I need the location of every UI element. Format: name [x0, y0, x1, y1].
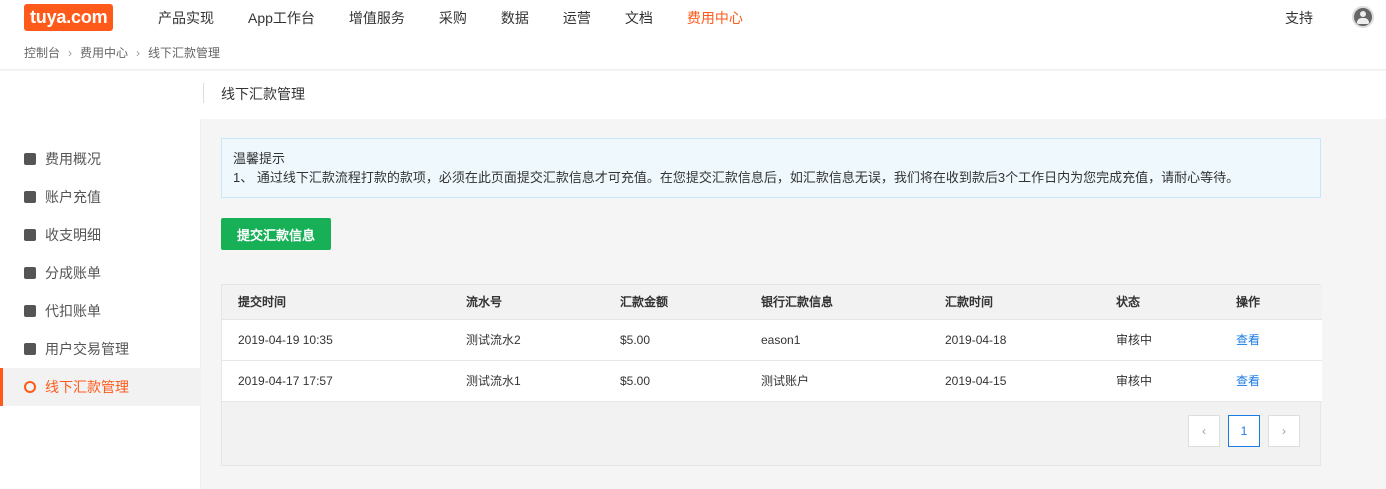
remittance-table: 提交时间 流水号 汇款金额 银行汇款信息 汇款时间 状态 操作 2019-04-… [222, 285, 1322, 402]
breadcrumb-billing[interactable]: 费用中心 [80, 44, 128, 61]
column-header: 状态 [1100, 285, 1220, 320]
cell-amount: $5.00 [604, 360, 745, 402]
sidebar-item-recharge[interactable]: 账户充值 [0, 178, 201, 216]
column-header: 操作 [1220, 285, 1322, 320]
chart-icon [24, 153, 36, 165]
view-link[interactable]: 查看 [1236, 333, 1260, 347]
deduct-icon [24, 305, 36, 317]
breadcrumb: 控制台 › 费用中心 › 线下汇款管理 [0, 36, 1386, 70]
main-nav: 产品实现 App工作台 增值服务 采购 数据 运营 文档 费用中心 [158, 0, 777, 36]
chevron-right-icon: › [68, 45, 73, 60]
prev-page-button[interactable]: ‹ [1188, 415, 1220, 447]
bill-icon [24, 267, 36, 279]
cell-submit-time: 2019-04-19 10:35 [222, 319, 450, 361]
nav-item-billing[interactable]: 费用中心 [687, 0, 743, 36]
page-title: 线下汇款管理 [221, 86, 305, 102]
remittance-table-card: 提交时间 流水号 汇款金额 银行汇款信息 汇款时间 状态 操作 2019-04-… [221, 284, 1322, 466]
chevron-right-icon: › [136, 45, 141, 60]
table-row: 2019-04-17 17:57 测试流水1 $5.00 测试账户 2019-0… [222, 360, 1322, 402]
cell-serial-no: 测试流水2 [450, 319, 604, 361]
page-header: 线下汇款管理 [0, 71, 1386, 119]
cell-bank-info: 测试账户 [745, 360, 929, 402]
logo-text: tuya.com [24, 4, 114, 31]
support-link[interactable]: 支持 [1285, 0, 1313, 36]
sidebar-item-transactions[interactable]: 收支明细 [0, 216, 201, 254]
view-link[interactable]: 查看 [1236, 374, 1260, 388]
trade-icon [24, 343, 36, 355]
sidebar-item-label: 代扣账单 [45, 303, 101, 319]
sidebar-item-label: 线下汇款管理 [45, 379, 129, 395]
notice-box: 温馨提示 1、 通过线下汇款流程打款的款项，必须在此页面提交汇款信息才可充值。在… [221, 138, 1321, 198]
column-header: 银行汇款信息 [745, 285, 929, 320]
nav-item-operation[interactable]: 运营 [563, 0, 591, 36]
tuya-logo[interactable]: tuya.com [24, 4, 114, 31]
notice-text: 1、 通过线下汇款流程打款的款项，必须在此页面提交汇款信息才可充值。在您提交汇款… [233, 170, 1240, 185]
next-page-button[interactable]: › [1268, 415, 1300, 447]
cell-status: 审核中 [1100, 319, 1220, 361]
nav-item-value-added[interactable]: 增值服务 [349, 0, 405, 36]
recharge-icon [24, 191, 36, 203]
column-header: 汇款时间 [929, 285, 1100, 320]
sidebar-item-withholding[interactable]: 代扣账单 [0, 292, 201, 330]
nav-item-purchase[interactable]: 采购 [439, 0, 467, 36]
page-1-button[interactable]: 1 [1228, 415, 1260, 447]
header-divider [203, 83, 204, 103]
nav-item-product[interactable]: 产品实现 [158, 0, 214, 36]
cell-status: 审核中 [1100, 360, 1220, 402]
cell-bank-info: eason1 [745, 319, 929, 361]
breadcrumb-console[interactable]: 控制台 [24, 44, 60, 61]
sidebar-item-label: 分成账单 [45, 265, 101, 281]
sidebar-item-user-trade[interactable]: 用户交易管理 [0, 330, 201, 368]
notice-title: 温馨提示 [233, 151, 286, 166]
sidebar-item-offline-remittance[interactable]: 线下汇款管理 [0, 368, 201, 406]
cell-serial-no: 测试流水1 [450, 360, 604, 402]
breadcrumb-current: 线下汇款管理 [148, 46, 221, 60]
column-header: 汇款金额 [604, 285, 745, 320]
column-header: 提交时间 [222, 285, 450, 320]
cell-submit-time: 2019-04-17 17:57 [222, 360, 450, 402]
top-navbar: tuya.com 产品实现 App工作台 增值服务 采购 数据 运营 文档 费用… [0, 0, 1386, 36]
sidebar-item-label: 费用概况 [45, 151, 101, 167]
column-header: 流水号 [450, 285, 604, 320]
sidebar-item-label: 收支明细 [45, 227, 101, 243]
cell-amount: $5.00 [604, 319, 745, 361]
sidebar-item-overview[interactable]: 费用概况 [0, 140, 201, 178]
user-avatar-icon[interactable] [1352, 6, 1374, 28]
nav-item-data[interactable]: 数据 [501, 0, 529, 36]
table-row: 2019-04-19 10:35 测试流水2 $5.00 eason1 2019… [222, 319, 1322, 361]
table-header-row: 提交时间 流水号 汇款金额 银行汇款信息 汇款时间 状态 操作 [222, 285, 1322, 320]
cell-remit-time: 2019-04-15 [929, 360, 1100, 402]
wallet-icon [24, 229, 36, 241]
sidebar: 费用概况 账户充值 收支明细 分成账单 代扣账单 用户交易管理 线下汇款管理 [0, 119, 201, 489]
nav-item-app-workbench[interactable]: App工作台 [248, 0, 315, 36]
sidebar-item-label: 用户交易管理 [45, 341, 129, 357]
sidebar-item-label: 账户充值 [45, 189, 101, 205]
remit-icon [24, 381, 36, 393]
submit-remittance-button[interactable]: 提交汇款信息 [221, 218, 331, 250]
cell-remit-time: 2019-04-18 [929, 319, 1100, 361]
nav-item-docs[interactable]: 文档 [625, 0, 653, 36]
sidebar-item-revenue-share[interactable]: 分成账单 [0, 254, 201, 292]
